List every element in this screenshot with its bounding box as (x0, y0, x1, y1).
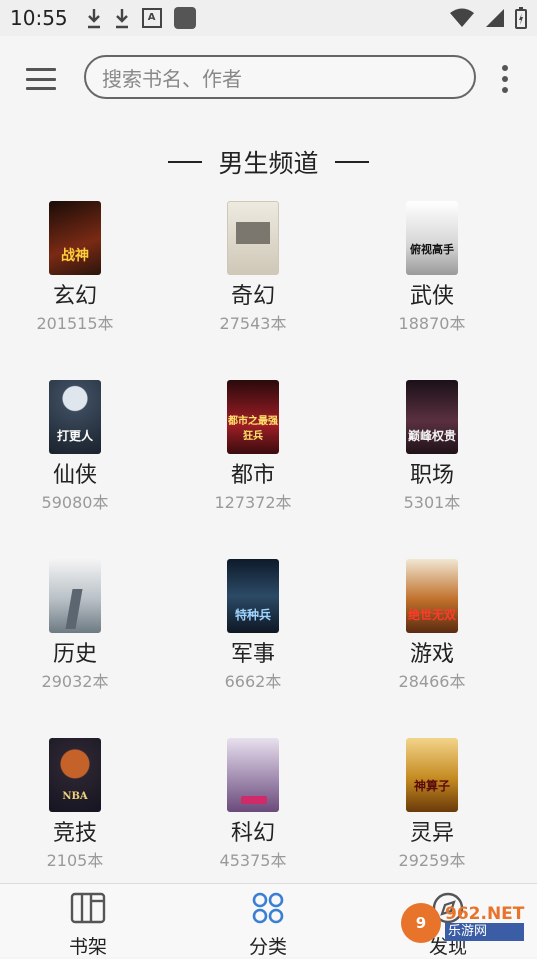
site-watermark: 9 962.NET 乐游网 (401, 894, 531, 952)
book-cover (49, 559, 101, 633)
category-count: 5301本 (403, 493, 461, 512)
top-app-bar: 搜索书名、作者 (0, 36, 537, 120)
category-item[interactable]: 历史 29032本 (0, 559, 150, 693)
category-name: 奇幻 (230, 284, 275, 309)
section-title: 男生频道 (218, 149, 319, 178)
app-notification-icon: A (141, 8, 162, 28)
category-item[interactable]: 都市之最强狂兵 都市 127372本 (178, 380, 328, 514)
status-bar: 10:55 A (0, 0, 537, 36)
book-cover: 特种兵 (227, 559, 279, 633)
category-item[interactable]: 打更人 仙侠 59080本 (0, 380, 150, 514)
category-count: 201515本 (36, 314, 114, 333)
book-cover: 神算子 (406, 738, 458, 812)
category-item[interactable]: 科幻 45375本 (178, 738, 328, 872)
notification-square-icon (173, 7, 196, 29)
category-item[interactable]: 战神 玄幻 201515本 (0, 201, 150, 335)
book-cover: 打更人 (49, 380, 101, 454)
menu-icon[interactable] (26, 68, 56, 90)
category-count: 2105本 (46, 851, 104, 870)
category-count: 27543本 (219, 314, 287, 333)
status-time: 10:55 (10, 6, 68, 30)
nav-bookshelf[interactable]: 书架 (28, 890, 148, 959)
category-count: 127372本 (214, 493, 292, 512)
book-cover: NBA (49, 738, 101, 812)
category-name: 历史 (52, 642, 97, 667)
category-name: 竞技 (52, 821, 97, 846)
watermark-brand: 962.NET (445, 904, 525, 924)
section-heading: 男生频道 (0, 140, 537, 184)
book-cover: 都市之最强狂兵 (227, 380, 279, 454)
category-item[interactable]: 特种兵 军事 6662本 (178, 559, 328, 693)
category-name: 玄幻 (52, 284, 97, 309)
nav-label: 分类 (248, 936, 287, 958)
heading-dash-right (334, 161, 369, 163)
category-item[interactable]: 神算子 灵异 29259本 (357, 738, 507, 872)
category-name: 武侠 (409, 284, 454, 309)
category-count: 18870本 (398, 314, 466, 333)
signal-icon (486, 9, 504, 27)
category-item[interactable]: 巅峰权贵 职场 5301本 (357, 380, 507, 514)
battery-icon (515, 7, 527, 29)
category-name: 都市 (230, 463, 275, 488)
book-cover (227, 201, 279, 275)
category-count: 6662本 (224, 672, 282, 691)
wifi-icon (450, 8, 474, 27)
category-item[interactable]: 奇幻 27543本 (178, 201, 328, 335)
nav-category[interactable]: 分类 (208, 890, 328, 959)
search-input[interactable]: 搜索书名、作者 (84, 55, 476, 99)
category-name: 游戏 (409, 642, 454, 667)
category-name: 科幻 (230, 821, 275, 846)
book-cover: 俯视高手 (406, 201, 458, 275)
watermark-brand-cn: 乐游网 (445, 923, 525, 941)
download-icon (115, 9, 128, 29)
heading-dash-left (168, 161, 203, 163)
category-name: 灵异 (409, 821, 454, 846)
search-placeholder: 搜索书名、作者 (102, 66, 242, 91)
book-cover: 绝世无双 (406, 559, 458, 633)
watermark-logo-icon: 9 (401, 903, 441, 943)
category-count: 59080本 (41, 493, 109, 512)
category-name: 职场 (409, 463, 454, 488)
category-count: 29259本 (398, 851, 466, 870)
book-cover: 巅峰权贵 (406, 380, 458, 454)
category-count: 29032本 (41, 672, 109, 691)
bookshelf-icon (70, 892, 106, 924)
category-count: 28466本 (398, 672, 466, 691)
category-count: 45375本 (219, 851, 287, 870)
category-item[interactable]: 绝世无双 游戏 28466本 (357, 559, 507, 693)
category-name: 仙侠 (52, 463, 97, 488)
book-cover: 战神 (49, 201, 101, 275)
category-grid-icon (252, 892, 284, 924)
download-icon (87, 9, 100, 29)
category-name: 军事 (230, 642, 275, 667)
category-item[interactable]: NBA 竞技 2105本 (0, 738, 150, 872)
nav-label: 书架 (68, 936, 107, 958)
category-item[interactable]: 俯视高手 武侠 18870本 (357, 201, 507, 335)
book-cover (227, 738, 279, 812)
more-options-icon[interactable] (501, 65, 509, 93)
